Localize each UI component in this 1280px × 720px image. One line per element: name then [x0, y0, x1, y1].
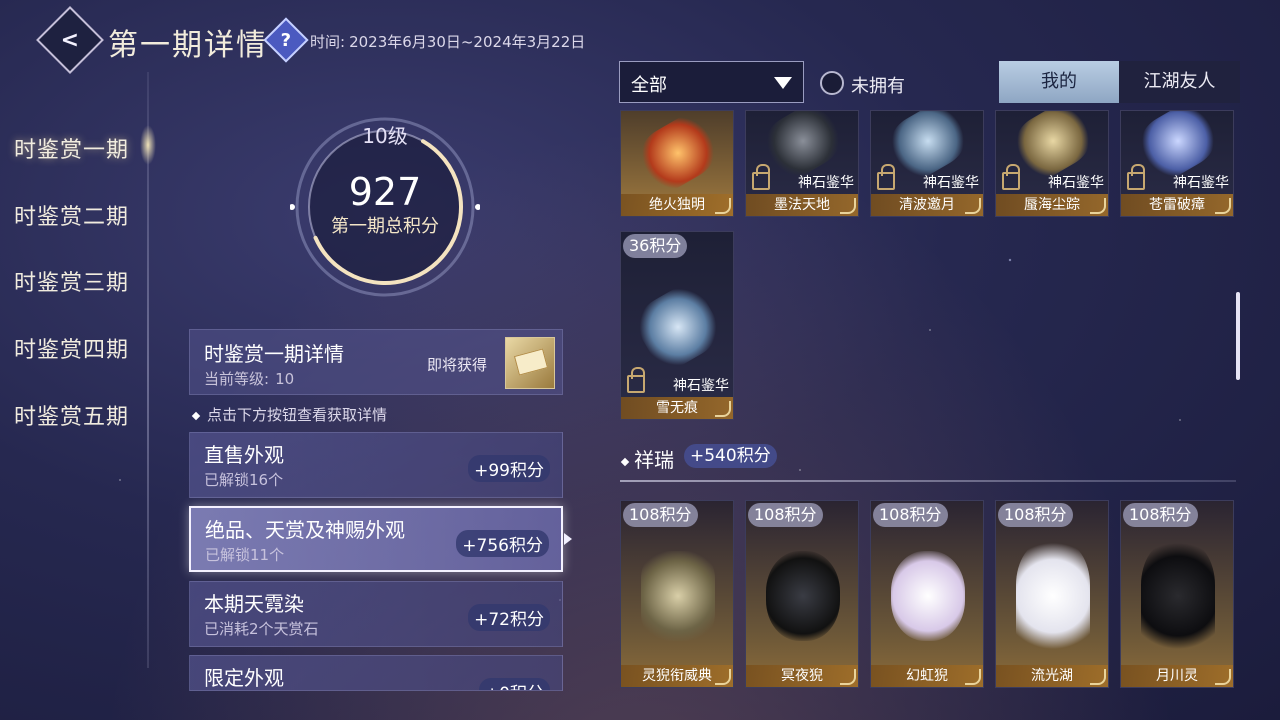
total-score: 927 [348, 170, 422, 214]
item-type: 神石鉴华 [923, 175, 979, 191]
unowned-radio[interactable] [820, 71, 844, 95]
section-points: +540积分 [684, 444, 777, 468]
hint-text: 点击下方按钮查看获取详情 [191, 404, 387, 425]
lock-icon [1127, 164, 1145, 190]
dropdown-value: 全部 [631, 75, 667, 96]
bullet-icon [620, 457, 630, 466]
item-points-badge: 108积分 [873, 503, 948, 527]
item-card[interactable]: 绝火独明 [620, 110, 734, 217]
item-card[interactable]: 神石鉴华 墨法天地 [745, 110, 859, 217]
corner-icon [965, 669, 981, 685]
item-type: 神石鉴华 [1048, 175, 1104, 191]
help-button[interactable]: ? [263, 17, 309, 63]
corner-icon [840, 198, 856, 214]
category-premium[interactable]: 绝品、天赏及神赐外观 已解锁11个 +756积分 [189, 506, 563, 572]
category-name: 限定外观 [204, 666, 284, 690]
item-points-badge: 36积分 [623, 234, 688, 258]
mount-art [641, 551, 715, 641]
item-card[interactable]: 36积分 神石鉴华 雪无痕 [620, 231, 734, 420]
mount-art [891, 551, 965, 641]
corner-icon [840, 669, 856, 685]
selected-arrow-icon [564, 533, 572, 545]
upcoming-reward-label: 即将获得 [427, 356, 488, 374]
period-detail-panel[interactable]: 时鉴赏一期详情 当前等级: 10 即将获得 [189, 329, 563, 395]
sidebar-item-period-4[interactable]: 时鉴赏四期 [14, 332, 129, 364]
item-card[interactable]: 神石鉴华 蜃海尘踪 [995, 110, 1109, 217]
category-name: 直售外观 [204, 443, 284, 467]
page-title: 第一期详情 [108, 28, 268, 63]
category-points: +756积分 [456, 530, 549, 557]
bullet-icon [191, 411, 201, 420]
corner-icon [1090, 669, 1106, 685]
mount-card[interactable]: 108积分 灵猊衔威典 [620, 500, 734, 688]
scrollbar[interactable] [1236, 292, 1240, 380]
category-limited[interactable]: 限定外观 +0积分 [189, 655, 563, 691]
corner-icon [715, 669, 731, 685]
lock-icon [752, 164, 770, 190]
item-type: 神石鉴华 [798, 175, 854, 191]
corner-icon [715, 198, 731, 214]
section-divider [620, 480, 1236, 482]
weapon-art [630, 111, 726, 198]
item-points-badge: 108积分 [1123, 503, 1198, 527]
level-label: 10级 [362, 124, 408, 148]
item-points-badge: 108积分 [623, 503, 698, 527]
sidebar-item-period-3[interactable]: 时鉴赏三期 [14, 265, 129, 297]
weapon-art [628, 278, 728, 376]
item-type: 神石鉴华 [673, 378, 729, 394]
tab-friends[interactable]: 江湖友人 [1119, 61, 1240, 103]
unowned-label[interactable]: 未拥有 [851, 72, 905, 98]
corner-icon [1215, 669, 1231, 685]
category-name: 绝品、天赏及神赐外观 [205, 518, 405, 542]
category-sub: 已消耗2个天赏石 [204, 620, 319, 638]
upcoming-reward-icon[interactable] [505, 337, 555, 389]
period-text: 时间: 2023年6月30日~2024年3月22日 [310, 33, 586, 51]
mount-art [1141, 541, 1215, 651]
help-icon: ? [280, 29, 292, 51]
active-indicator [140, 125, 156, 165]
category-sub: 已解锁11个 [205, 546, 285, 564]
mount-card[interactable]: 108积分 幻虹猊 [870, 500, 984, 688]
sidebar-item-period-2[interactable]: 时鉴赏二期 [14, 199, 129, 231]
mount-card[interactable]: 108积分 冥夜猊 [745, 500, 859, 688]
category-points: +72积分 [468, 604, 550, 631]
item-card[interactable]: 神石鉴华 苍雷破瘴 [1120, 110, 1234, 217]
sidebar-item-period-5[interactable]: 时鉴赏五期 [14, 399, 129, 431]
mount-card[interactable]: 108积分 流光湖 [995, 500, 1109, 688]
mount-art [766, 551, 840, 641]
detail-title: 时鉴赏一期详情 [204, 342, 344, 366]
chevron-down-icon [774, 77, 792, 89]
item-card[interactable]: 神石鉴华 清波邀月 [870, 110, 984, 217]
lock-icon [1002, 164, 1020, 190]
item-points-badge: 108积分 [998, 503, 1073, 527]
lock-icon [877, 164, 895, 190]
category-points: +99积分 [468, 455, 550, 482]
current-level: 当前等级: 10 [204, 370, 295, 388]
score-ring: 10级 927 第一期总积分 [290, 112, 480, 302]
corner-icon [1215, 198, 1231, 214]
sidebar-item-period-1[interactable]: 时鉴赏一期 [14, 132, 129, 164]
mount-card[interactable]: 108积分 月川灵 [1120, 500, 1234, 688]
category-name: 本期天霓染 [204, 592, 304, 616]
corner-icon [965, 198, 981, 214]
corner-icon [1090, 198, 1106, 214]
section-title: 祥瑞 [620, 444, 674, 473]
mount-art [1016, 541, 1090, 651]
corner-icon [715, 401, 731, 417]
item-type: 神石鉴华 [1173, 175, 1229, 191]
back-button[interactable]: < [36, 6, 104, 74]
category-sub: 已解锁16个 [204, 471, 284, 489]
category-direct-sale[interactable]: 直售外观 已解锁16个 +99积分 [189, 432, 563, 498]
category-points: +0积分 [478, 678, 550, 690]
item-points-badge: 108积分 [748, 503, 823, 527]
lock-icon [627, 367, 645, 393]
back-icon: < [60, 27, 80, 53]
score-caption: 第一期总积分 [331, 216, 439, 237]
category-dye[interactable]: 本期天霓染 已消耗2个天赏石 +72积分 [189, 581, 563, 647]
tab-mine[interactable]: 我的 [999, 61, 1119, 103]
filter-dropdown[interactable]: 全部 [619, 61, 804, 103]
